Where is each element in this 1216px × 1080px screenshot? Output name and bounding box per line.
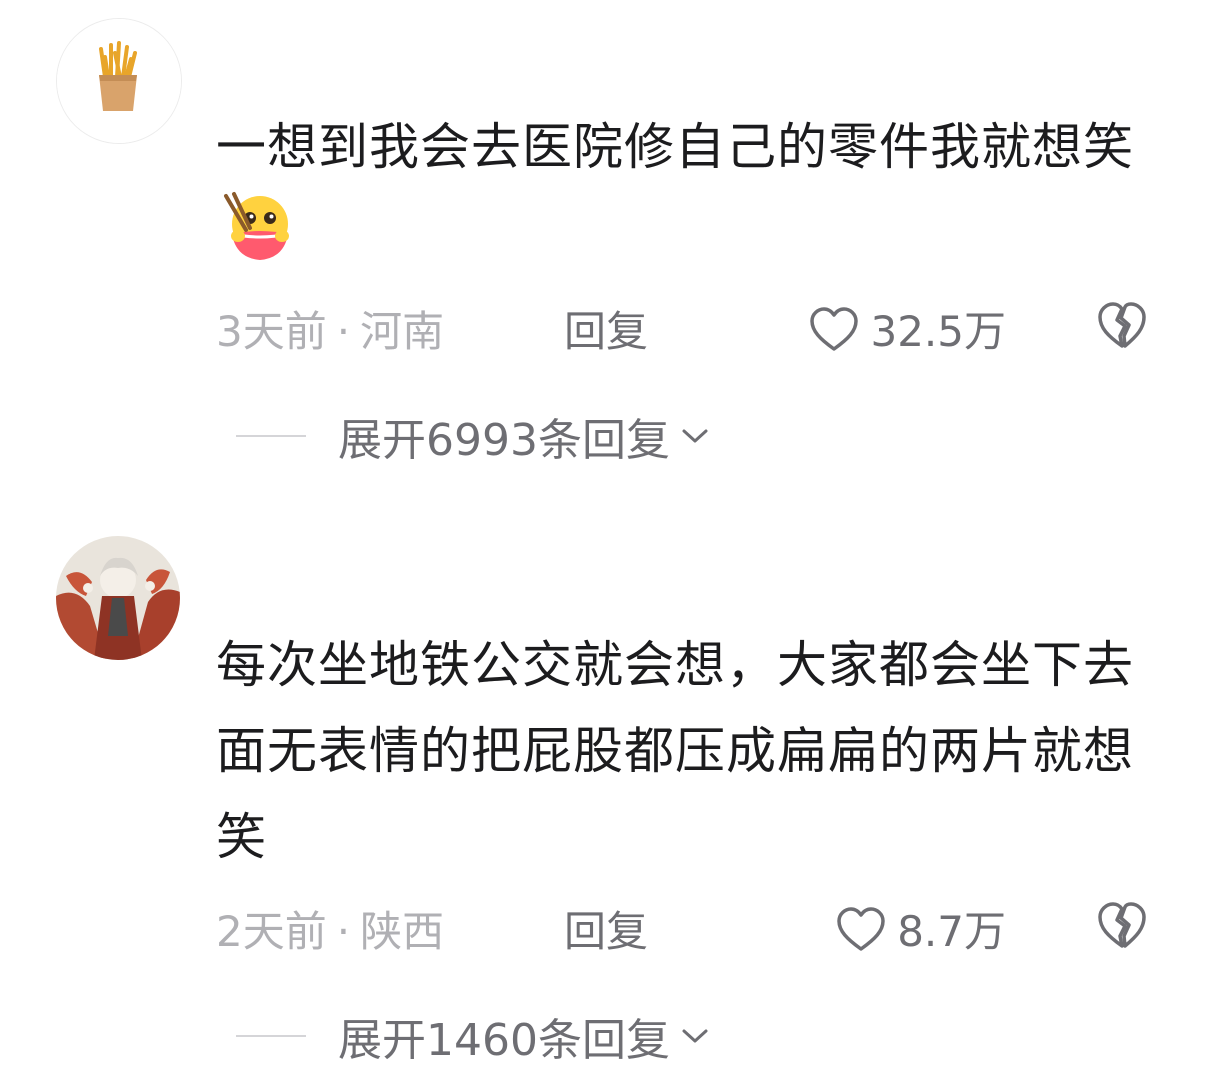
- comment-location: 陕西: [360, 907, 445, 956]
- meta-separator: ·: [336, 307, 351, 356]
- dislike-button[interactable]: [1096, 900, 1148, 950]
- broken-heart-icon: [1098, 902, 1146, 948]
- expand-replies-label: 展开1460条回复: [338, 1015, 670, 1066]
- comment-time: 3天前: [216, 307, 327, 356]
- expand-replies[interactable]: 展开1460条回复: [236, 1006, 710, 1066]
- chevron-down-icon: [682, 429, 708, 443]
- like-button[interactable]: 32.5万: [808, 298, 1006, 359]
- user-avatar[interactable]: [56, 536, 180, 660]
- reply-button[interactable]: 回复: [564, 898, 648, 959]
- comment-meta: 3天前 · 河南 回复 32.5万: [216, 298, 1156, 358]
- comment-meta: 2天前 · 陕西 回复 8.7万: [216, 898, 1156, 958]
- comment-text: 每次坐地铁公交就会想，大家都会坐下去面无表情的把屁股都压成扁扁的两片就想笑: [216, 622, 1136, 880]
- comment-time: 2天前: [216, 907, 327, 956]
- comment-time-location: 2天前 · 陕西: [216, 898, 444, 959]
- dislike-button[interactable]: [1096, 300, 1148, 350]
- like-count: 32.5万: [870, 307, 1006, 356]
- like-count: 8.7万: [897, 907, 1006, 956]
- comment-time-location: 3天前 · 河南: [216, 298, 444, 359]
- french-fries-icon: [57, 19, 181, 143]
- chevron-down-icon: [682, 1029, 708, 1043]
- divider-line: [236, 435, 306, 437]
- heart-icon: [837, 906, 885, 951]
- expand-replies[interactable]: 展开6993条回复: [236, 406, 710, 466]
- anime-character-avatar: [56, 536, 180, 660]
- meta-separator: ·: [336, 907, 351, 956]
- happy-eating-emoji-icon: [220, 190, 294, 264]
- comment-text: 一想到我会去医院修自己的零件我就想笑: [216, 104, 1136, 276]
- reply-button[interactable]: 回复: [564, 298, 648, 359]
- like-button[interactable]: 8.7万: [835, 898, 1006, 959]
- comment-body: 一想到我会去医院修自己的零件我就想笑: [216, 118, 1134, 176]
- divider-line: [236, 1035, 306, 1037]
- expand-replies-label: 展开6993条回复: [338, 415, 670, 466]
- comment-location: 河南: [360, 307, 445, 356]
- user-avatar[interactable]: [56, 18, 182, 144]
- heart-icon: [810, 306, 859, 351]
- comment-body: 每次坐地铁公交就会想，大家都会坐下去面无表情的把屁股都压成扁扁的两片就想笑: [216, 636, 1134, 866]
- broken-heart-icon: [1098, 302, 1146, 348]
